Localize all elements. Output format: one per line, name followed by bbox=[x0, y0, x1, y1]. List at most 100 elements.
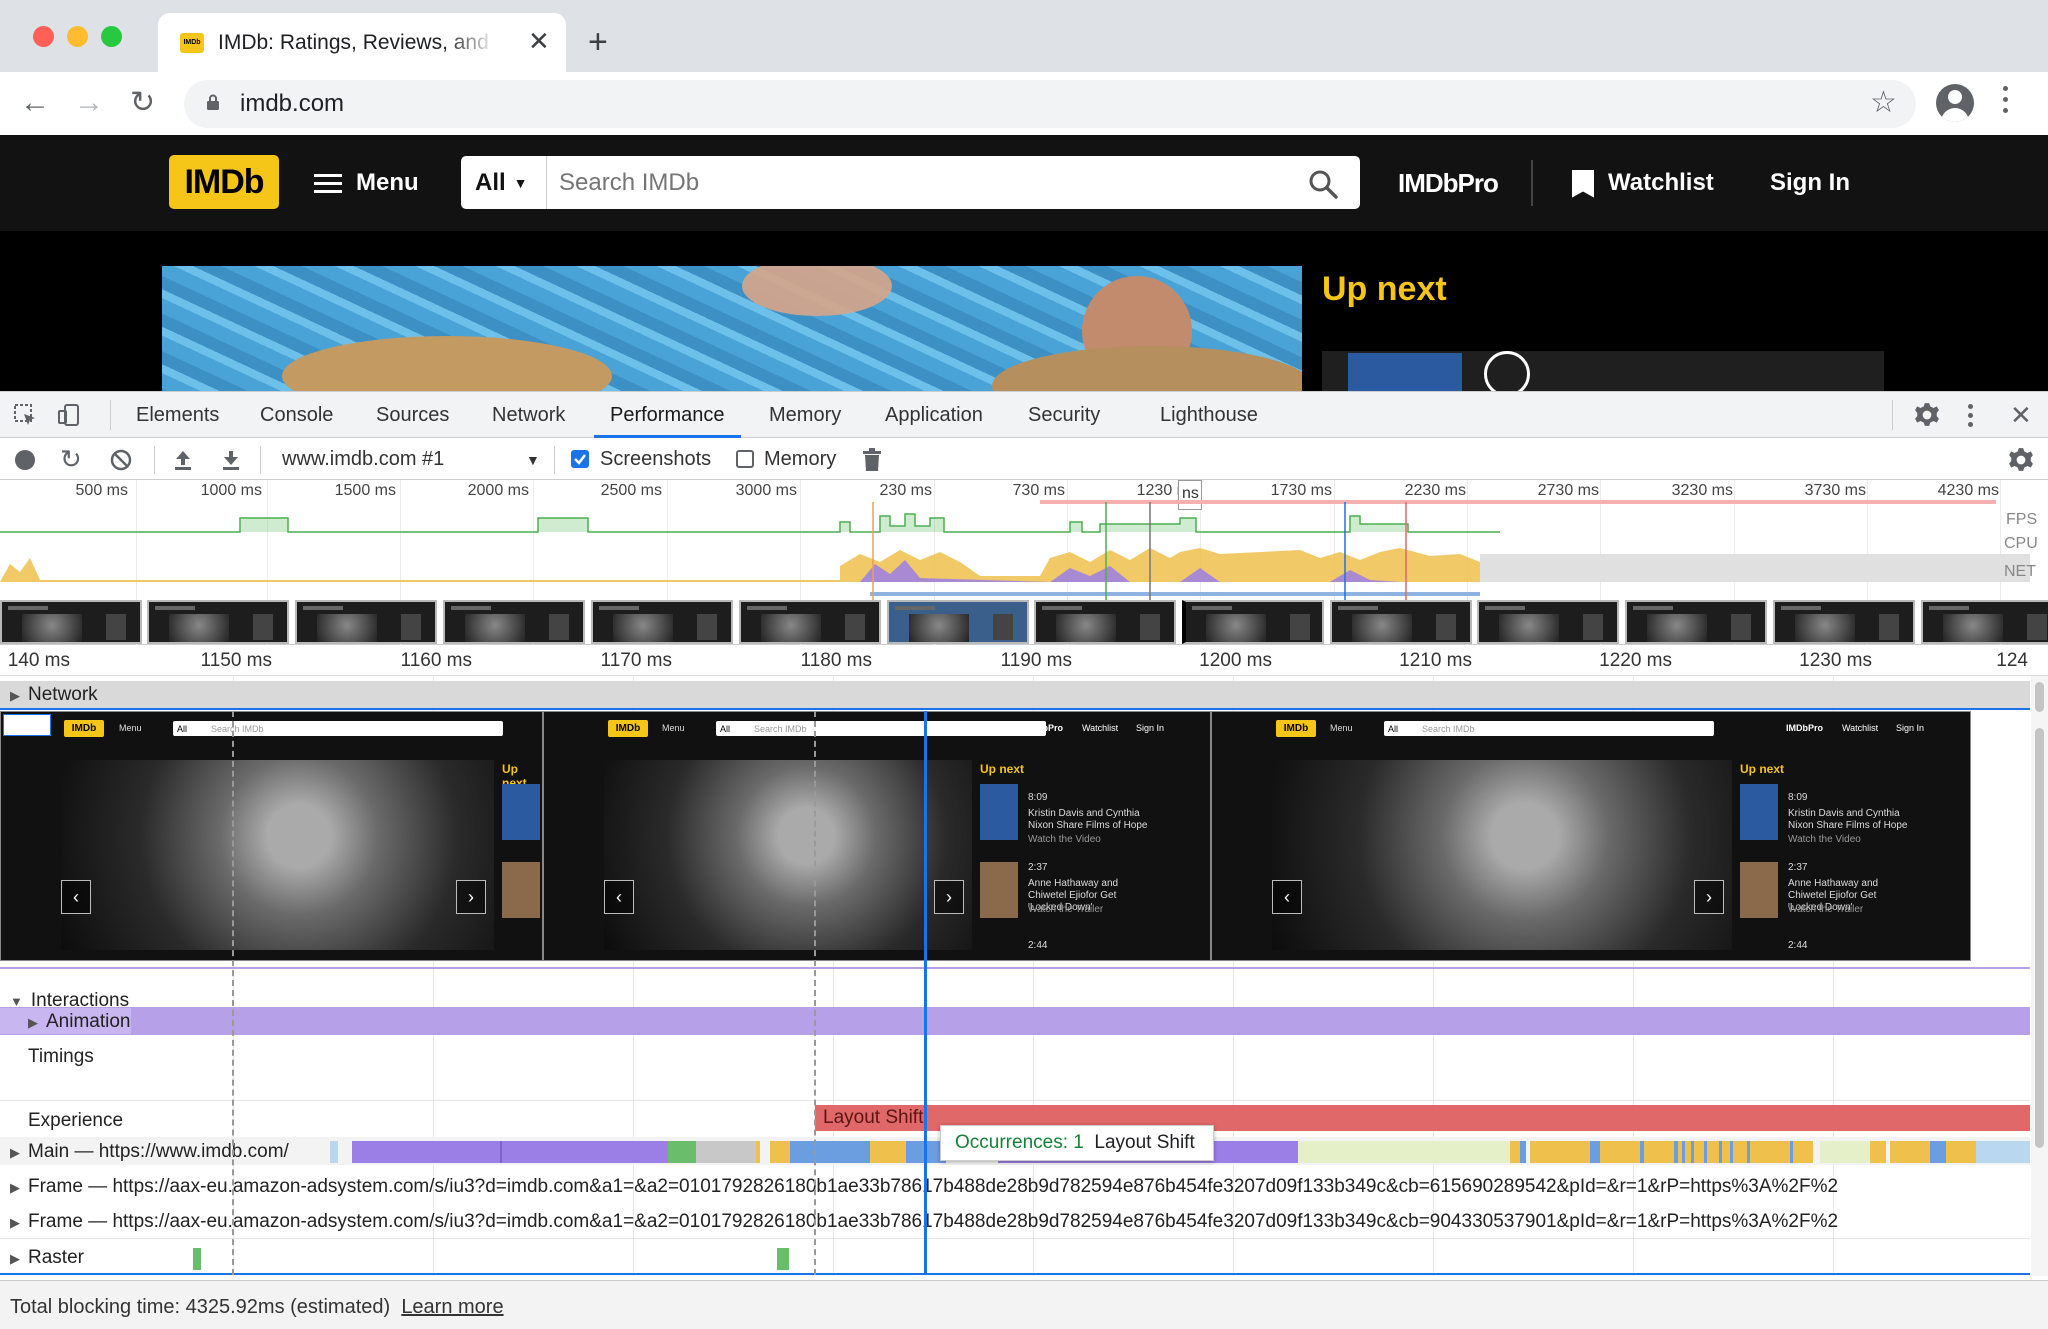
marker-line bbox=[232, 711, 234, 1275]
ruler-tick: 1190 ms bbox=[1000, 650, 1072, 671]
filmstrip-thumbnail[interactable] bbox=[739, 600, 881, 644]
animation-bar[interactable] bbox=[0, 1007, 2030, 1035]
inspect-element-icon[interactable] bbox=[14, 404, 36, 426]
profile-select[interactable]: www.imdb.com #1 bbox=[282, 446, 444, 472]
reload-icon[interactable]: ↻ bbox=[130, 85, 155, 121]
filmstrip-thumbnail[interactable] bbox=[443, 600, 585, 644]
raster-event[interactable] bbox=[777, 1248, 789, 1270]
animation-track[interactable]: ▶ Animation bbox=[0, 1008, 131, 1034]
screenshots-checkbox[interactable] bbox=[571, 450, 589, 468]
browser-menu-icon[interactable] bbox=[2000, 86, 2010, 116]
imdb-logo: IMDb bbox=[608, 720, 648, 737]
scrollbar-thumb[interactable] bbox=[2035, 728, 2044, 1148]
tab-security[interactable]: Security bbox=[1028, 392, 1100, 438]
window-zoom-button[interactable] bbox=[101, 26, 122, 47]
tab-lighthouse[interactable]: Lighthouse bbox=[1160, 392, 1258, 438]
tab-sources[interactable]: Sources bbox=[376, 392, 449, 438]
devtools-close-icon[interactable]: ✕ bbox=[2010, 398, 2032, 432]
filmstrip-thumbnail[interactable] bbox=[1182, 600, 1324, 644]
network-track[interactable]: ▶ Network bbox=[0, 681, 2030, 708]
devtools-menu-icon[interactable] bbox=[1968, 404, 1974, 427]
filmstrip-thumbnail[interactable] bbox=[1330, 600, 1472, 644]
filmstrip-thumbnail[interactable] bbox=[295, 600, 437, 644]
overview-tick: 4230 ms bbox=[1937, 482, 1999, 499]
filmstrip-thumbnail[interactable] bbox=[1625, 600, 1767, 644]
new-tab-icon[interactable]: + bbox=[588, 22, 608, 62]
window-minimize-button[interactable] bbox=[67, 26, 88, 47]
imdb-logo[interactable]: IMDb bbox=[169, 155, 279, 209]
carousel-next-icon: › bbox=[934, 880, 964, 914]
memory-checkbox[interactable] bbox=[736, 450, 754, 468]
filmstrip-thumbnail[interactable] bbox=[887, 600, 1029, 644]
collect-garbage-icon[interactable] bbox=[862, 448, 882, 472]
imdb-search-box: All ▼ bbox=[461, 156, 1360, 209]
search-input[interactable] bbox=[559, 156, 1259, 209]
tab-close-icon[interactable]: ✕ bbox=[528, 27, 550, 55]
filmstrip-thumbnail[interactable] bbox=[591, 600, 733, 644]
watchlist-button[interactable]: Watchlist bbox=[1572, 165, 1714, 201]
address-bar[interactable]: imdb.com ☆ bbox=[184, 80, 1916, 128]
frame-track-1[interactable]: ▶ Frame — https://aax-eu.amazon-adsystem.… bbox=[0, 1173, 2030, 1200]
cursor-line[interactable] bbox=[924, 711, 927, 1275]
reload-profile-icon[interactable]: ↻ bbox=[60, 442, 82, 476]
screenshot-frame[interactable]: IMDb Menu All Search IMDb IMDbPro Watchlist Si… bbox=[1211, 711, 1971, 961]
ruler-tick: 1160 ms bbox=[400, 650, 472, 671]
forward-arrow-icon[interactable]: → bbox=[74, 85, 104, 121]
screenshots-label[interactable]: Screenshots bbox=[600, 446, 711, 472]
url-text[interactable]: imdb.com bbox=[240, 90, 344, 118]
screenshot-frame[interactable]: IMDb Menu All Search IMDb ‹ › Up next bbox=[0, 711, 543, 961]
tab-performance[interactable]: Performance bbox=[594, 392, 741, 438]
profile-avatar-icon[interactable] bbox=[1936, 84, 1974, 122]
filmstrip-thumbnail[interactable] bbox=[1477, 600, 1619, 644]
carousel-next-icon: › bbox=[456, 880, 486, 914]
main-track[interactable]: ▶ Main — https://www.imdb.com/ bbox=[0, 1138, 328, 1165]
browser-tab[interactable]: IMDb IMDb: Ratings, Reviews, and Where t… bbox=[158, 13, 566, 72]
timings-track[interactable]: Timings bbox=[0, 1043, 94, 1070]
window-close-button[interactable] bbox=[33, 26, 54, 47]
dropdown-arrow-icon[interactable]: ▼ bbox=[526, 448, 540, 472]
back-arrow-icon[interactable]: ← bbox=[20, 85, 50, 121]
download-profile-icon[interactable] bbox=[221, 449, 241, 471]
filmstrip-thumbnail[interactable] bbox=[1773, 600, 1915, 644]
tab-memory[interactable]: Memory bbox=[769, 392, 841, 438]
filmstrip-thumbnail[interactable] bbox=[1034, 600, 1176, 644]
search-icon[interactable] bbox=[1307, 168, 1339, 200]
flamechart-ruler: 140 ms 1150 ms 1160 ms 1170 ms 1180 ms 1… bbox=[0, 646, 2048, 676]
filmstrip-thumbnail[interactable] bbox=[147, 600, 289, 644]
bookmark-star-icon[interactable]: ☆ bbox=[1870, 85, 1897, 121]
tab-application[interactable]: Application bbox=[885, 392, 983, 438]
record-icon[interactable] bbox=[15, 450, 35, 470]
settings-gear-icon[interactable] bbox=[1914, 402, 1940, 428]
sign-in-link[interactable]: Sign In bbox=[1770, 165, 1850, 201]
devtools-tab-bar: Elements Console Sources Network Perform… bbox=[0, 392, 2048, 438]
up-next-card[interactable] bbox=[1322, 351, 1884, 391]
raster-event[interactable] bbox=[193, 1248, 201, 1270]
lock-icon[interactable] bbox=[206, 94, 220, 110]
screenshot-frame[interactable]: IMDb Menu All Search IMDb IMDbPro Watchlist Si… bbox=[543, 711, 1211, 961]
clear-icon[interactable] bbox=[110, 449, 132, 471]
experience-track[interactable]: Experience bbox=[0, 1107, 123, 1134]
tab-title: IMDb: Ratings, Reviews, and Where to Wat… bbox=[218, 31, 496, 54]
capture-settings-gear-icon[interactable] bbox=[2008, 447, 2034, 473]
learn-more-link[interactable]: Learn more bbox=[401, 1296, 503, 1318]
hero-image[interactable] bbox=[162, 266, 1302, 391]
imdb-menu-button[interactable]: Menu bbox=[314, 163, 419, 203]
memory-label[interactable]: Memory bbox=[764, 446, 836, 472]
filmstrip-thumbnail[interactable] bbox=[0, 600, 142, 644]
expand-triangle-icon: ▶ bbox=[10, 1251, 20, 1266]
search-category-dropdown[interactable]: All ▼ bbox=[461, 156, 547, 209]
timeline-overview[interactable]: 500 ms 1000 ms 1500 ms 2000 ms 2500 ms 3… bbox=[0, 480, 2048, 645]
tab-network[interactable]: Network bbox=[492, 392, 565, 438]
net-label: NET bbox=[2004, 563, 2036, 580]
device-toolbar-icon[interactable] bbox=[58, 404, 80, 426]
up-next-heading: Up next bbox=[1322, 270, 1447, 308]
upload-profile-icon[interactable] bbox=[173, 449, 193, 471]
frame-track-2[interactable]: ▶ Frame — https://aax-eu.amazon-adsystem.… bbox=[0, 1208, 2030, 1235]
raster-track[interactable]: ▶ Raster bbox=[0, 1244, 84, 1271]
flamechart-scrollbar[interactable] bbox=[2031, 676, 2048, 1276]
filmstrip-thumbnail[interactable] bbox=[1921, 600, 2048, 644]
tab-console[interactable]: Console bbox=[260, 392, 333, 438]
tab-elements[interactable]: Elements bbox=[136, 392, 219, 438]
imdbpro-link[interactable]: IMDbPro bbox=[1398, 165, 1499, 201]
expand-triangle-icon: ▶ bbox=[10, 1180, 20, 1195]
